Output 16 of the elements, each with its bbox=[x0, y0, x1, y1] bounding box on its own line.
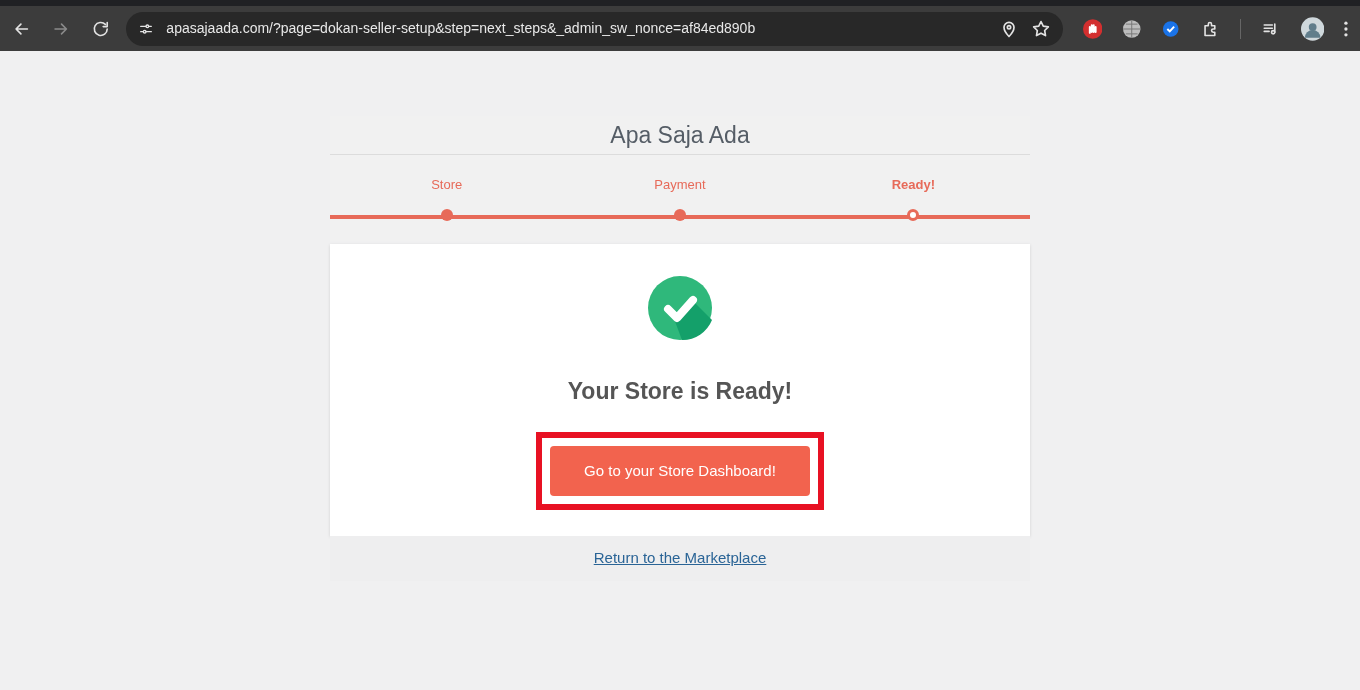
checkmark-circle-icon bbox=[648, 275, 712, 340]
menu-icon[interactable] bbox=[1344, 20, 1349, 37]
check-badge-icon[interactable] bbox=[1161, 18, 1181, 39]
step-label: Ready! bbox=[891, 176, 935, 194]
site-title: Apa Saja Ada bbox=[610, 120, 750, 150]
step-label: Store bbox=[431, 176, 463, 194]
globe-icon[interactable] bbox=[1122, 18, 1142, 39]
address-bar[interactable]: apasajaada.com/?page=dokan-seller-setup&step=next_steps&_admin_sw_nonce=af84ed890b bbox=[126, 11, 1063, 46]
card-heading: Your Store is Ready! bbox=[567, 376, 793, 406]
dashboard-button[interactable]: Go to your Store Dashboard! bbox=[550, 446, 810, 496]
hand-extension-icon[interactable] bbox=[1082, 18, 1102, 39]
avatar[interactable] bbox=[1300, 16, 1325, 41]
marketplace-link[interactable]: Return to the Marketplace bbox=[593, 546, 767, 570]
url-text: apasajaada.com/?page=dokan-seller-setup&step=next_steps&_admin_sw_nonce=af84ed890b bbox=[166, 19, 757, 38]
star-icon[interactable] bbox=[1030, 18, 1051, 39]
step-label: Payment bbox=[654, 176, 706, 194]
